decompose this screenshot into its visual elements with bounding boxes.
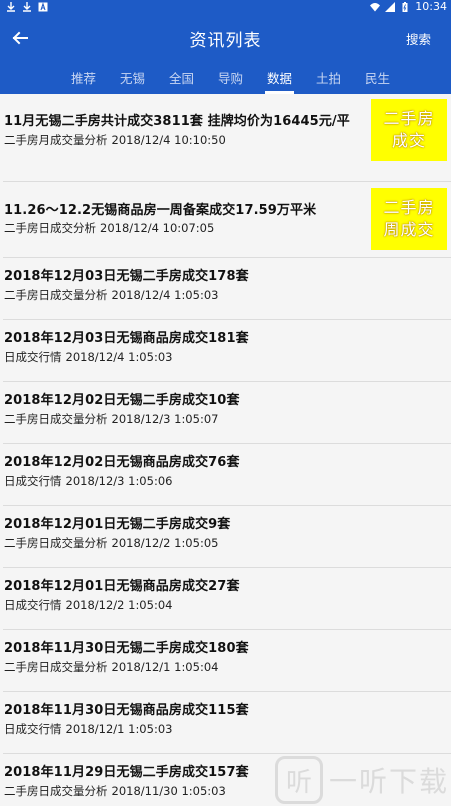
thumb-line: 成交: [391, 131, 426, 150]
news-time: 2018/12/3 1:05:06: [65, 474, 173, 488]
list-item[interactable]: 2018年12月01日无锡商品房成交27套 日成交行情 2018/12/2 1:0…: [3, 568, 451, 630]
watermark-text: 一听下载: [328, 765, 449, 798]
news-source: 二手房日成交分析: [4, 221, 96, 235]
news-meta: 二手房日成交量分析 2018/12/3 1:05:07: [4, 411, 218, 427]
news-source: 二手房日成交量分析: [4, 784, 108, 798]
list-item[interactable]: 2018年12月01日无锡二手房成交9套 二手房日成交量分析 2018/12/2 …: [3, 506, 451, 568]
arrow-left-icon: [12, 31, 28, 45]
tab-data[interactable]: 数据: [255, 62, 304, 94]
news-source: 日成交行情: [4, 474, 62, 488]
news-source: 二手房日成交量分析: [4, 288, 108, 302]
battery-icon: [402, 2, 408, 12]
signal-icon: [385, 2, 396, 12]
thumb-line: 二手房: [383, 198, 435, 217]
news-title: 2018年12月01日无锡二手房成交9套: [4, 517, 231, 532]
news-source: 二手房日成交量分析: [4, 412, 108, 426]
page-title: 资讯列表: [189, 30, 262, 51]
news-meta: 二手房日成交量分析 2018/12/1 1:05:04: [4, 659, 218, 675]
news-time: 2018/12/4 10:10:50: [111, 133, 226, 147]
news-time: 2018/12/3 1:05:07: [111, 412, 219, 426]
watermark-logo-icon: 听: [274, 756, 323, 804]
news-title: 11.26～12.2无锡商品房一周备案成交17.59万平米: [4, 203, 317, 218]
news-meta: 日成交行情 2018/12/4 1:05:03: [4, 349, 172, 365]
news-meta: 日成交行情 2018/12/1 1:05:03: [4, 721, 172, 737]
list-item[interactable]: 2018年12月02日无锡商品房成交76套 日成交行情 2018/12/3 1:0…: [3, 444, 451, 506]
back-button[interactable]: [2, 20, 38, 56]
download-icon: [23, 2, 31, 12]
news-thumbnail: 二手房 成交: [371, 99, 447, 161]
list-item[interactable]: 11.26～12.2无锡商品房一周备案成交17.59万平米 二手房日成交分析 20…: [3, 182, 451, 258]
app-notification-icon: [38, 2, 48, 12]
category-tabs: 推荐 无锡 全国 导购 数据 土拍 民生: [0, 62, 451, 94]
list-item[interactable]: 11月无锡二手房共计成交3811套 挂牌均价为16445元/平 二手房月成交量分…: [3, 99, 451, 182]
news-meta: 日成交行情 2018/12/3 1:05:06: [4, 473, 172, 489]
list-item[interactable]: 2018年12月03日无锡二手房成交178套 二手房日成交量分析 2018/12/…: [3, 258, 451, 320]
news-title: 2018年12月02日无锡二手房成交10套: [4, 393, 240, 408]
thumb-line: 周成交: [383, 220, 435, 239]
wifi-icon: [370, 3, 381, 12]
tab-wuxi[interactable]: 无锡: [108, 62, 157, 94]
news-time: 2018/11/30 1:05:03: [111, 784, 226, 798]
list-item[interactable]: 2018年11月30日无锡商品房成交115套 日成交行情 2018/12/1 1:…: [3, 692, 451, 754]
news-source: 二手房日成交量分析: [4, 536, 108, 550]
list-item[interactable]: 2018年12月02日无锡二手房成交10套 二手房日成交量分析 2018/12/3…: [3, 382, 451, 444]
tab-recommend[interactable]: 推荐: [59, 62, 108, 94]
news-time: 2018/12/4 10:07:05: [100, 221, 215, 235]
clock: 10:34: [415, 0, 447, 13]
list-item[interactable]: 2018年11月30日无锡二手房成交180套 二手房日成交量分析 2018/12/…: [3, 630, 451, 692]
search-button[interactable]: 搜索: [406, 29, 431, 48]
news-title: 2018年12月03日无锡二手房成交178套: [4, 269, 249, 284]
tab-national[interactable]: 全国: [157, 62, 206, 94]
news-title: 2018年12月03日无锡商品房成交181套: [4, 331, 249, 346]
tab-guide[interactable]: 导购: [206, 62, 255, 94]
news-meta: 二手房日成交量分析 2018/12/4 1:05:03: [4, 287, 218, 303]
news-source: 日成交行情: [4, 722, 62, 736]
tab-land-auction[interactable]: 土拍: [304, 62, 353, 94]
news-title: 2018年11月29日无锡二手房成交157套: [4, 765, 249, 780]
watermark: 听 一听下载: [274, 756, 449, 804]
status-left-icons: [6, 2, 48, 12]
news-meta: 二手房月成交量分析 2018/12/4 10:10:50: [4, 132, 226, 148]
news-time: 2018/12/1 1:05:03: [65, 722, 173, 736]
app-bar: 资讯列表 搜索: [0, 14, 451, 62]
tab-livelihood[interactable]: 民生: [353, 62, 402, 94]
news-source: 日成交行情: [4, 598, 62, 612]
news-time: 2018/12/4 1:05:03: [111, 288, 219, 302]
news-meta: 二手房日成交量分析 2018/11/30 1:05:03: [4, 783, 226, 799]
news-list: 11月无锡二手房共计成交3811套 挂牌均价为16445元/平 二手房月成交量分…: [0, 94, 451, 806]
news-meta: 二手房日成交分析 2018/12/4 10:07:05: [4, 220, 214, 236]
status-bar: 10:34: [0, 0, 451, 14]
status-right-icons: 10:34: [370, 0, 447, 14]
news-title: 11月无锡二手房共计成交3811套 挂牌均价为16445元/平: [4, 114, 350, 129]
list-item[interactable]: 2018年12月03日无锡商品房成交181套 日成交行情 2018/12/4 1:…: [3, 320, 451, 382]
news-thumbnail: 二手房 周成交: [371, 188, 447, 250]
news-title: 2018年11月30日无锡商品房成交115套: [4, 703, 249, 718]
news-source: 二手房月成交量分析: [4, 133, 108, 147]
news-time: 2018/12/2 1:05:05: [111, 536, 219, 550]
news-time: 2018/12/1 1:05:04: [111, 660, 219, 674]
news-time: 2018/12/4 1:05:03: [65, 350, 173, 364]
news-meta: 二手房日成交量分析 2018/12/2 1:05:05: [4, 535, 218, 551]
news-title: 2018年11月30日无锡二手房成交180套: [4, 641, 249, 656]
news-title: 2018年12月02日无锡商品房成交76套: [4, 455, 240, 470]
news-source: 二手房日成交量分析: [4, 660, 108, 674]
news-time: 2018/12/2 1:05:04: [65, 598, 173, 612]
download-icon: [7, 2, 15, 12]
news-meta: 日成交行情 2018/12/2 1:05:04: [4, 597, 172, 613]
news-title: 2018年12月01日无锡商品房成交27套: [4, 579, 240, 594]
screen: 10:34 资讯列表 搜索 推荐 无锡 全国 导购 数据 土拍 民生 11月无锡…: [0, 0, 451, 806]
news-source: 日成交行情: [4, 350, 62, 364]
thumb-line: 二手房: [383, 109, 435, 128]
